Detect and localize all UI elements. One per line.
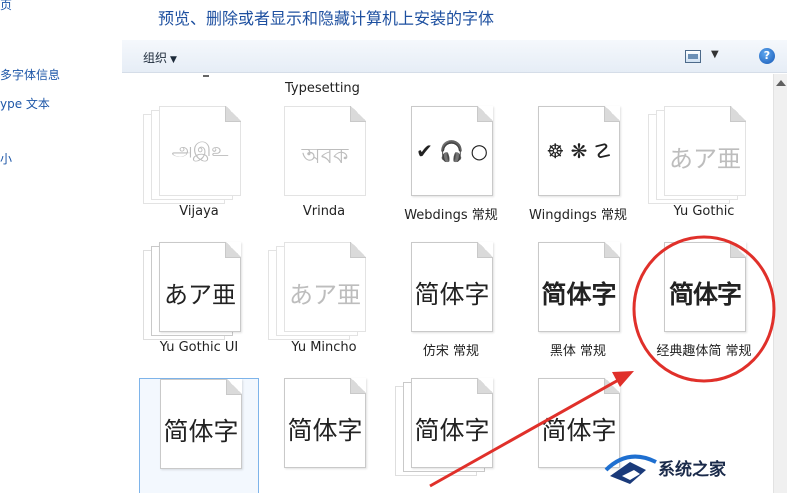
font-tile[interactable]: 简体字 [264,378,384,493]
page-fold-icon [730,242,746,258]
font-sample-text: 简体字 [541,280,617,309]
font-name-label: Webdings 常规 [404,208,498,223]
font-preview-card: 简体字 [411,378,493,468]
font-tile[interactable]: ☸ ❋ ☡ Wingdings 常规 [518,106,638,234]
font-preview-card: あア亜 [664,106,746,196]
font-tile[interactable]: அஇஉ Vijaya [139,106,259,234]
partial-tile-edge [203,75,209,77]
font-preview-card: অবক [284,106,366,196]
partial-font-label: Typesetting [285,81,360,96]
font-name-label: Yu Mincho [291,340,357,355]
sidebar-item-size[interactable]: 小 [0,150,12,167]
watermark-logo-icon [604,454,657,484]
font-sample-text: あア亜 [289,281,361,309]
page-fold-icon [604,106,620,122]
page-fold-icon [477,106,493,122]
font-gallery: Typesetting அஇஉ Vijaya অবক Vrinda ✔ 🎧 ○ Webdi… [122,74,773,493]
font-sample-text: அஇஉ [171,139,229,161]
font-tile[interactable]: あア亜 Yu Mincho [264,242,384,370]
font-name-label: Yu Gothic UI [159,340,239,355]
font-tile[interactable]: あア亜 Yu Gothic [644,106,764,234]
view-dropdown-chevron-icon[interactable]: ▼ [711,49,719,60]
chevron-down-icon: ▼ [170,55,177,65]
font-name-label: Vrinda [302,204,346,219]
page-fold-icon [350,378,366,394]
font-name-label: Yu Gothic [673,204,735,219]
font-preview-card: ✔ 🎧 ○ [411,106,493,196]
font-preview-card: 简体字 [664,242,746,332]
navigation-sidebar: 页 多字体信息 ype 文本 小 [0,0,120,493]
font-sample-text: 简体字 [287,416,363,445]
page-fold-icon [350,106,366,122]
page-fold-icon [604,378,620,394]
page-fold-icon [477,242,493,258]
help-icon[interactable]: ? [759,48,775,64]
font-name-label: 仿宋 常规 [422,344,480,359]
page-fold-icon [604,242,620,258]
page-fold-icon [225,106,241,122]
page-fold-icon [477,378,493,394]
font-name-label: Wingdings 常规 [529,208,627,223]
font-preview-card: 简体字 [284,378,366,468]
font-sample-text: অবক [301,144,349,169]
font-name-label: 黑体 常规 [549,344,607,359]
font-tile[interactable]: অবক Vrinda [264,106,384,234]
font-preview-card: 简体字 [160,379,242,469]
font-sample-text: 简体字 [414,280,490,309]
organize-menu-button[interactable]: 组织 ▼ [143,49,177,66]
font-preview-card: あア亜 [284,242,366,332]
sidebar-item-partial-top[interactable]: 页 [0,0,12,13]
font-tile[interactable]: 简体字经典趣体简 常规 [644,242,764,370]
font-preview-card: அஇஉ [159,106,241,196]
font-tile[interactable]: ✔ 🎧 ○ Webdings 常规 [391,106,511,234]
page-fold-icon [225,242,241,258]
toolbar: 组织 ▼ ▼ ? [122,40,787,73]
page-fold-icon [350,242,366,258]
font-tile[interactable]: あア亜 Yu Gothic UI [139,242,259,370]
font-tile[interactable]: 简体字 仿宋 常规 [391,242,511,370]
page-title: 预览、删除或者显示和隐藏计算机上安装的字体 [158,9,495,28]
font-preview-card: 简体字 [538,242,620,332]
font-sample-text: 简体字 [414,416,490,445]
font-name-label: Vijaya [179,204,219,219]
font-preview-card: ☸ ❋ ☡ [538,106,620,196]
font-tile[interactable]: 简体字 黑体 常规 [518,242,638,370]
scroll-up-arrow-icon[interactable] [776,80,786,86]
font-sample-text: 简体字 [163,417,239,446]
font-tile[interactable]: 简体字 [391,378,511,493]
font-sample-text: ✔ 🎧 ○ [416,139,488,163]
page-fold-icon [730,106,746,122]
page-fold-icon [226,379,242,395]
font-sample-text: 简体字 [668,280,742,309]
font-preview-card: 简体字 [411,242,493,332]
change-view-button[interactable]: ▼ [685,49,725,65]
font-sample-text: あア亜 [164,281,236,309]
font-preview-card: あア亜 [159,242,241,332]
font-sample-text: ☸ ❋ ☡ [546,139,612,163]
watermark-text: 系统之家 [658,460,726,480]
organize-label: 组织 [143,51,168,65]
font-tile[interactable]: 简体字 [139,378,259,493]
view-icon [685,50,701,63]
sidebar-item-cleartype[interactable]: ype 文本 [0,95,50,112]
font-sample-text: あア亜 [669,145,741,173]
vertical-scrollbar[interactable] [773,74,787,493]
sidebar-item-font-info[interactable]: 多字体信息 [0,66,60,83]
watermark: 系统之家 [600,440,787,493]
font-name-label: 经典趣体简 常规 [656,344,752,359]
